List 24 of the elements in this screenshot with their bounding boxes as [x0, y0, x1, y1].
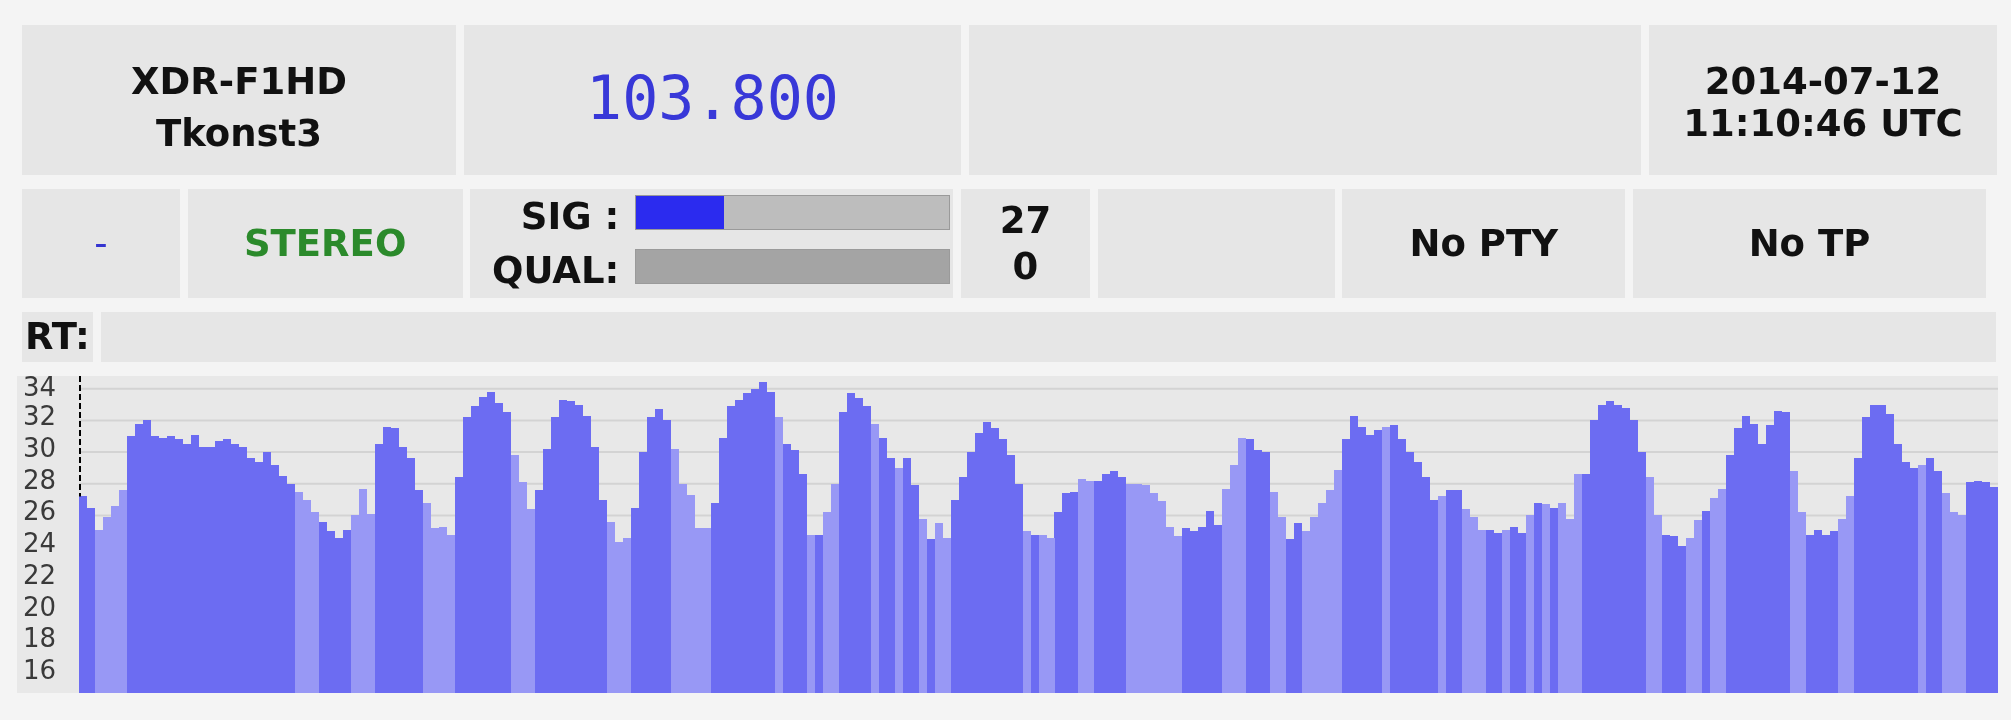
axis-label: 22 — [22, 559, 56, 590]
axis-label: 28 — [22, 464, 56, 495]
axis-label: 16 — [22, 655, 56, 685]
axis-label: 24 — [22, 528, 56, 559]
time-text: 11:10:46 UTC — [1683, 103, 1963, 145]
axis-label: 34 — [22, 376, 56, 402]
frequency-display: 103.800 — [586, 63, 839, 133]
meter-reading: 27 — [999, 197, 1052, 244]
device-id: Tkonst3 — [155, 111, 323, 157]
meter-reading: 0 — [1012, 243, 1039, 290]
device-name: XDR-F1HD — [131, 59, 347, 105]
meter-label: SIG : — [520, 193, 620, 237]
pty-text: No PTY — [1409, 222, 1558, 265]
tp-text: No TP — [1748, 222, 1871, 265]
meter-label: QUAL: — [491, 247, 620, 291]
indicator-text: - — [94, 222, 108, 265]
rt-label: RT: — [25, 314, 90, 360]
date-text: 2014-07-12 — [1704, 61, 1942, 103]
axis-label: 18 — [22, 623, 56, 654]
axis-label: 30 — [22, 433, 56, 464]
axis-label: 32 — [22, 401, 56, 432]
stereo-indicator: STEREO — [243, 222, 407, 265]
axis-label: 26 — [22, 496, 56, 527]
axis-label: 20 — [22, 591, 56, 622]
